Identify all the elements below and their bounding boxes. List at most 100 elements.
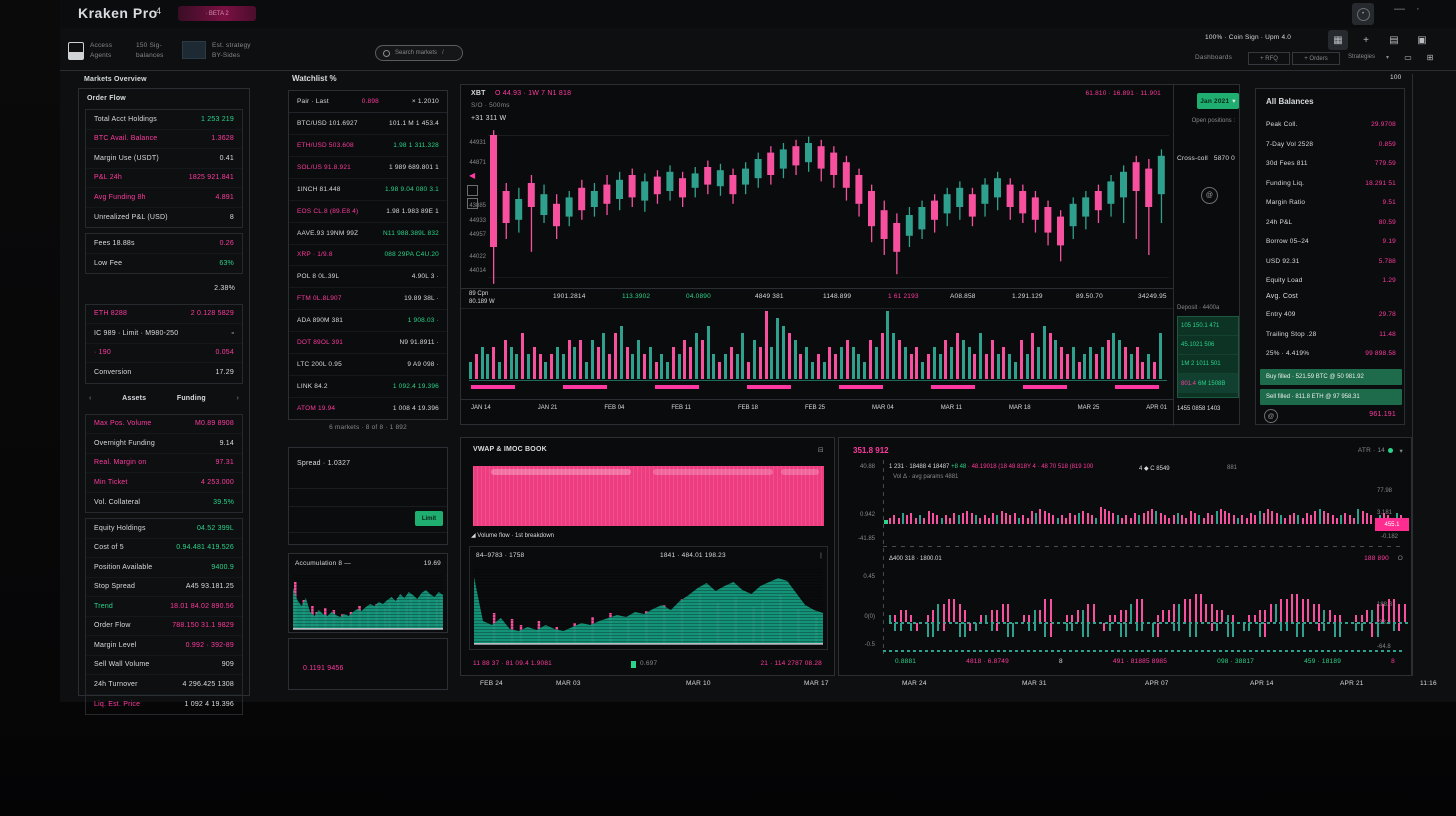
hist-bar [1190, 511, 1192, 524]
sidebar-row: Unrealized P&L (USD)8 [86, 208, 242, 228]
rfq-button[interactable]: + RFQ [1248, 52, 1290, 65]
watchlist-row[interactable]: ADA 890M 3811 908.03 · [289, 310, 447, 332]
hist-bar [945, 515, 947, 524]
liquidity-block[interactable] [473, 466, 824, 526]
volume-bar [649, 347, 652, 379]
sidebar-row: 2.38% [85, 279, 243, 299]
toolbar-group-sig-line1[interactable]: 150 Sig- [136, 42, 162, 49]
hist-bar [1061, 515, 1063, 524]
at-icon[interactable]: @ [1201, 187, 1218, 204]
tabs-prev-icon[interactable]: ‹ [89, 395, 92, 402]
hist-bar [975, 515, 977, 524]
add-widget-icon[interactable]: + [1356, 30, 1376, 50]
spike-up [996, 610, 998, 622]
spike-up [1066, 615, 1068, 622]
limit-order-button[interactable]: Limit [415, 511, 443, 526]
balance-row: Equity Load1.29 [1258, 271, 1404, 291]
watchlist-row[interactable]: 1INCH 81.4481.98 9.04 080 3.1 [289, 179, 447, 201]
depth-summary-value: 1M 2 1011 501 [1181, 361, 1221, 367]
copy-layout-icon[interactable]: ▣ [1412, 30, 1432, 50]
spike-up [894, 615, 896, 622]
report-icon[interactable] [68, 42, 84, 60]
watchlist-row[interactable]: ATOM 19.941 008 4 19.396 [289, 398, 447, 419]
strategies-dropdown[interactable]: Strategies [1348, 54, 1375, 60]
watchlist-pair: AAVE.93 19NM 99Z [297, 230, 358, 237]
panels-icon[interactable]: ▤ [1384, 30, 1404, 50]
tab-assets[interactable]: Assets [122, 395, 146, 402]
sidebar-row-value: 0.94.481 419.526 [176, 544, 234, 551]
sidebar-row-value: 2.38% [214, 285, 235, 292]
spike-down [1103, 623, 1105, 631]
volume-bar [486, 354, 489, 379]
sidebar-row: Min Ticket4 253.000 [86, 473, 242, 493]
toolbar-group-strategy-line1[interactable]: Est. strategy [212, 42, 251, 49]
hist-bar [1065, 518, 1067, 524]
watchlist-row[interactable]: BTC/USD 101.6927101.1 M 1 453.4 [289, 113, 447, 135]
watchlist-row[interactable]: XRP · 1/9.8088 29PA C4U.20 [289, 245, 447, 267]
volume-bar [1112, 333, 1115, 379]
spike-up [1307, 599, 1309, 622]
watchlist-rows: BTC/USD 101.6927101.1 M 1 453.4ETH/USD 5… [289, 113, 447, 419]
tab-funding[interactable]: Funding [177, 395, 206, 402]
refresh-at-icon[interactable]: @ [1264, 409, 1278, 423]
watchlist-value: 101.1 M 1 453.4 [389, 120, 439, 127]
sidebar-row-label: Margin Use (USDT) [94, 155, 159, 162]
watchlist-value: 4.90L 3 · [412, 273, 439, 280]
watchlist-row[interactable]: ETH/USD 503.6081.98 1 311.328 [289, 135, 447, 157]
strip-footer-value: 1455 0858 1403 [1177, 406, 1220, 412]
notifications-icon[interactable]: • [1352, 3, 1374, 25]
spike-up [889, 615, 891, 622]
volume-bar [672, 347, 675, 379]
fill-notification[interactable]: Sell filled · 811.8 ETH @ 97 958.31 [1260, 389, 1402, 405]
delta-baseline [889, 622, 1409, 624]
watchlist-row[interactable]: LTC 200L 0.959 A9 098 · [289, 354, 447, 376]
measure-tool-icon[interactable] [467, 198, 478, 209]
spike-down [1136, 623, 1138, 631]
hist-bar [1297, 515, 1299, 524]
watchlist-row[interactable]: EOS CL.8 (89.E8 4)1.98 1.983 89E 1 [289, 201, 447, 223]
watchlist-row[interactable]: DOT 89OL 391N9 91.8911 · [289, 332, 447, 354]
watchlist-row[interactable]: FTM 0L.8L90719.89 38L · [289, 288, 447, 310]
search-input[interactable]: Search markets / [375, 45, 463, 61]
vwap-title: VWAP & IMOC BOOK [473, 446, 547, 453]
delta-spike-chart[interactable] [889, 566, 1409, 650]
fill-notification[interactable]: Buy filled · 521.59 BTC @ 50 981.92 [1260, 369, 1402, 385]
balance-label: Borrow 05–24 [1266, 238, 1309, 245]
volume-bar [602, 333, 605, 379]
orders-button[interactable]: + Orders [1292, 52, 1340, 65]
volume-plot[interactable] [469, 311, 1167, 379]
watchlist-row[interactable]: POL 8 0L.39L4.90L 3 · [289, 266, 447, 288]
watchlist-value: N11 988.389L 832 [383, 230, 439, 237]
delta-dotted-line [883, 650, 1405, 652]
export-icon[interactable]: ▭ [1400, 50, 1416, 64]
spike-down [1398, 623, 1400, 631]
minimize-icon[interactable]: — [1394, 3, 1405, 15]
vwap-window-icon[interactable]: ⊟ [818, 446, 824, 454]
tabs-next-icon[interactable]: › [236, 395, 239, 402]
toolbar-group-access-line1[interactable]: Access [90, 42, 112, 49]
watchlist-row[interactable]: AAVE.93 19NM 99Z N11 988.389L 832 [289, 223, 447, 245]
watchlist-row[interactable]: LINK 84.21 092.4 19.396 [289, 376, 447, 398]
oscillator-histogram[interactable] [889, 498, 1409, 524]
vwap-area-chart[interactable] [474, 567, 823, 645]
expand-icon[interactable]: ⊞ [1422, 50, 1438, 64]
chart-stats-row: 89 Cpn80.189 W1901.2814113.390204.089048… [461, 289, 1173, 307]
sidebar-row: Equity Holdings04.52 399L [86, 519, 242, 539]
hist-bar [1198, 515, 1200, 524]
stats-value: 1148.899 [823, 293, 851, 300]
window-dot-icon[interactable]: · [1416, 3, 1420, 15]
time-axis-label: APR 01 [1146, 405, 1167, 417]
watchlist-row[interactable]: SOL/US 91.8.9211 989 689.801 1 [289, 157, 447, 179]
toolbar-group-strategy-line2: BY-Sides [212, 52, 240, 59]
draw-tool-icon[interactable] [467, 185, 478, 196]
accumulation-chart[interactable] [293, 574, 443, 630]
range-select-button[interactable]: Jan 2021 ▾ [1197, 93, 1239, 109]
volume-bar [655, 362, 658, 379]
volume-bar [747, 362, 750, 379]
volume-bar [886, 311, 889, 379]
grid-layout-icon[interactable]: ▦ [1328, 30, 1348, 50]
beta-pill[interactable]: · BETA 2 [178, 6, 256, 21]
strategy-swatch[interactable] [182, 41, 206, 59]
stats-value: 04.0890 [686, 293, 711, 300]
candlestick-plot[interactable] [488, 127, 1169, 287]
